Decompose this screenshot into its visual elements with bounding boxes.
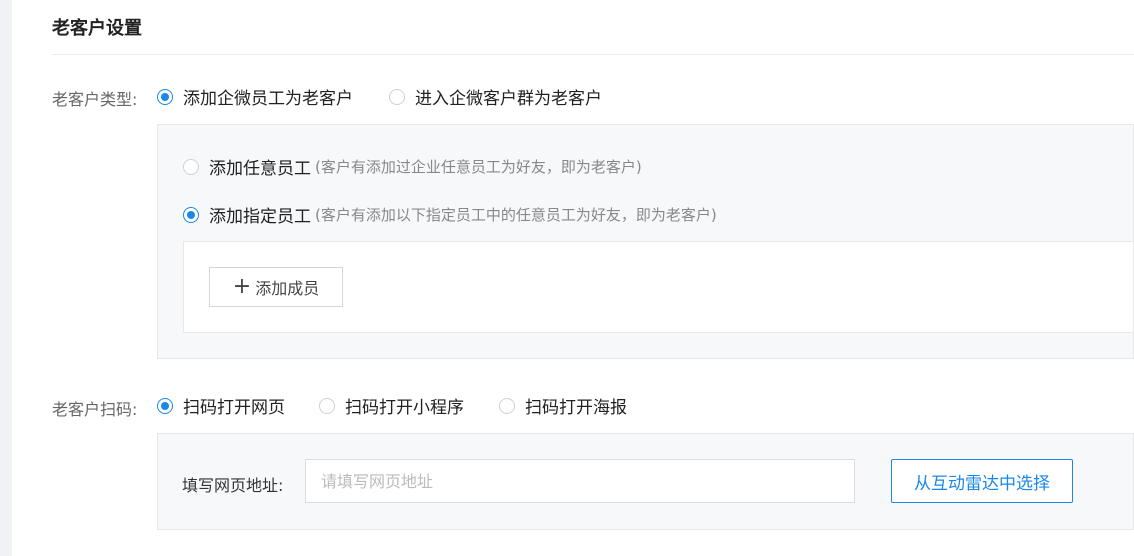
url-field-label: 填写网页地址: bbox=[182, 476, 284, 495]
radio-unchecked-icon bbox=[389, 88, 405, 105]
radio-checked-icon bbox=[157, 88, 173, 105]
radio-specific-employee[interactable]: 添加指定员工 (客户有添加以下指定员工中的任意员工为好友，即为老客户) bbox=[183, 202, 717, 227]
radio-label: 扫码打开小程序 bbox=[345, 398, 464, 418]
radio-scan-webpage[interactable]: 扫码打开网页 bbox=[157, 393, 285, 418]
section-title: 老客户设置 bbox=[52, 18, 142, 39]
radio-label: 进入企微客户群为老客户 bbox=[415, 89, 602, 109]
radio-hint: (客户有添加过企业任意员工为好友，即为老客户) bbox=[315, 158, 642, 176]
radio-label: 添加任意员工 bbox=[209, 159, 311, 179]
radio-label: 添加企微员工为老客户 bbox=[183, 89, 353, 109]
add-member-button[interactable]: + 添加成员 bbox=[209, 267, 343, 307]
plus-icon: + bbox=[232, 274, 252, 299]
radio-scan-poster[interactable]: 扫码打开海报 bbox=[499, 393, 627, 418]
radio-hint: (客户有添加以下指定员工中的任意员工为好友，即为老客户) bbox=[315, 206, 717, 224]
divider bbox=[52, 54, 1134, 55]
radio-label: 扫码打开海报 bbox=[525, 398, 627, 418]
select-from-radar-button[interactable]: 从互动雷达中选择 bbox=[891, 459, 1073, 503]
customer-type-label: 老客户类型: bbox=[52, 90, 138, 109]
radio-scan-miniprogram[interactable]: 扫码打开小程序 bbox=[319, 393, 464, 418]
radio-unchecked-icon bbox=[499, 397, 515, 414]
radio-unchecked-icon bbox=[319, 397, 335, 414]
radio-label: 扫码打开网页 bbox=[183, 398, 285, 418]
settings-panel: 老客户设置 老客户类型: 添加企微员工为老客户 进入企微客户群为老客户 添加任意… bbox=[12, 0, 1134, 556]
radio-label: 添加指定员工 bbox=[209, 207, 311, 227]
url-input[interactable] bbox=[305, 459, 855, 503]
scan-label: 老客户扫码: bbox=[52, 400, 138, 419]
add-member-label: 添加成员 bbox=[255, 279, 320, 298]
radio-checked-icon bbox=[157, 397, 173, 414]
radio-checked-icon bbox=[183, 206, 199, 223]
radio-join-group-customer[interactable]: 进入企微客户群为老客户 bbox=[389, 84, 602, 109]
radio-unchecked-icon bbox=[183, 158, 199, 175]
radio-any-employee[interactable]: 添加任意员工 (客户有添加过企业任意员工为好友，即为老客户) bbox=[183, 154, 642, 179]
radio-add-employee-customer[interactable]: 添加企微员工为老客户 bbox=[157, 84, 353, 109]
